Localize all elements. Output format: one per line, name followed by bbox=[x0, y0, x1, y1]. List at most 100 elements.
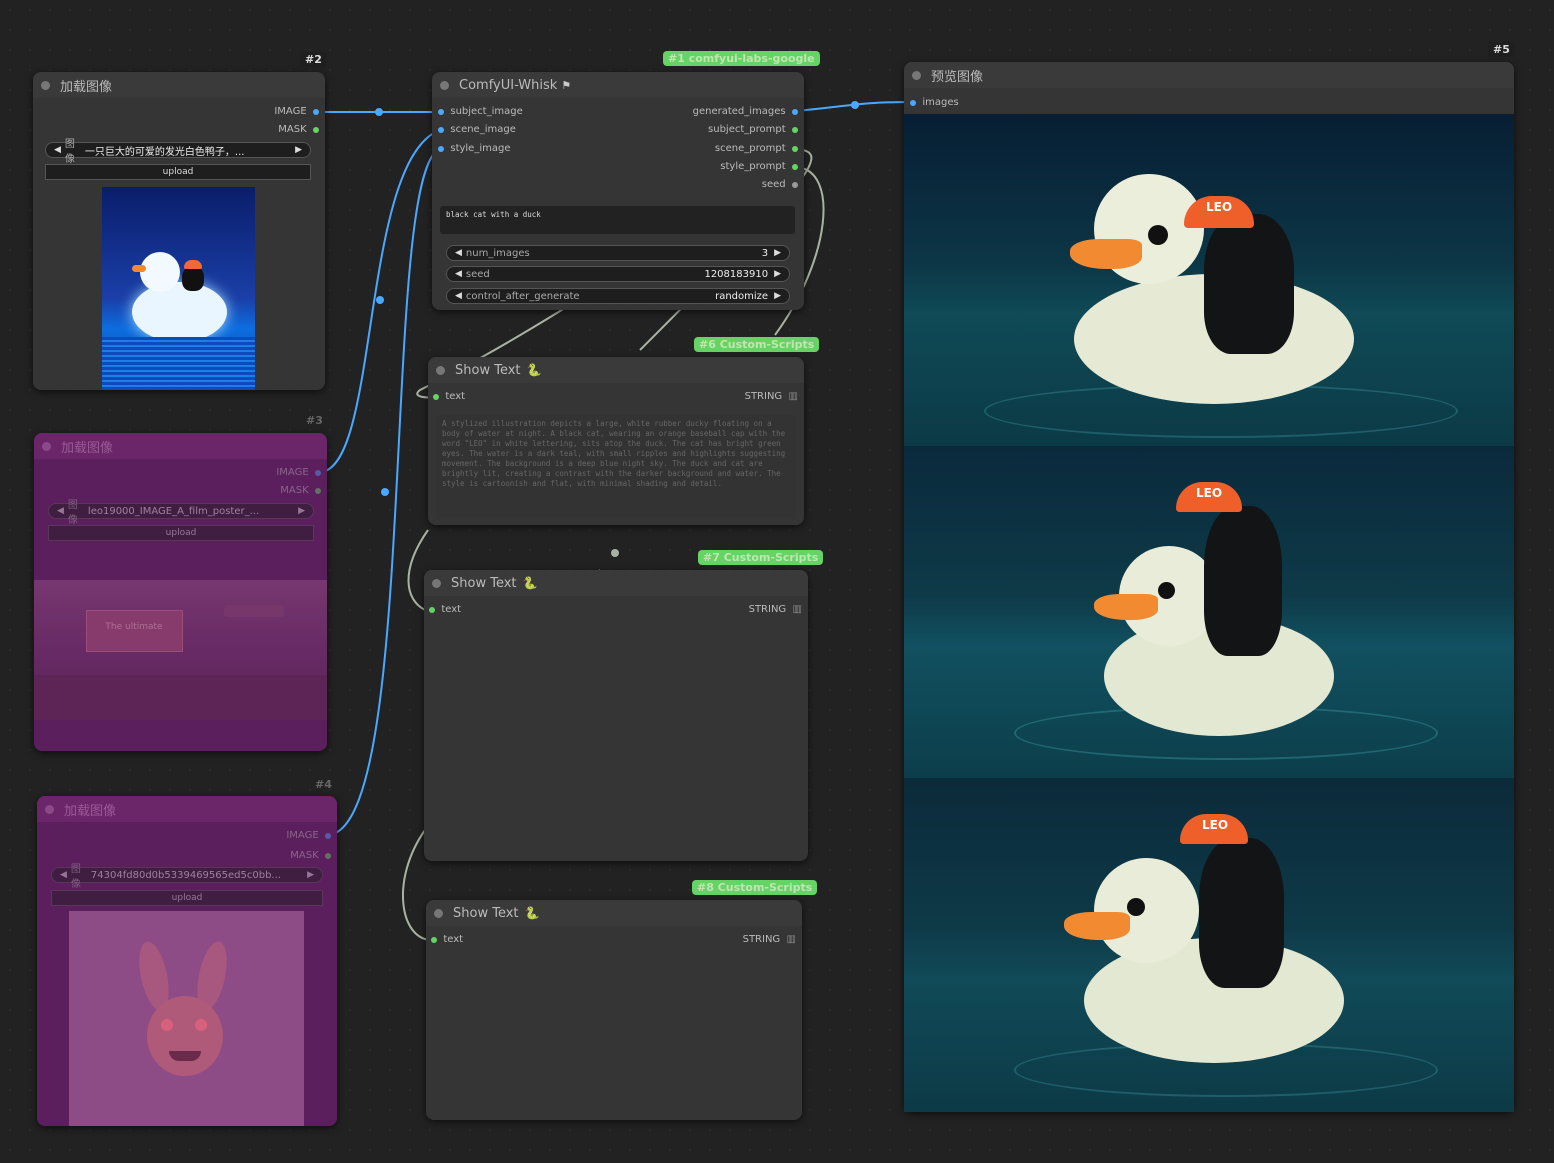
slot-dot-icon[interactable] bbox=[315, 469, 321, 476]
arrow-left-icon[interactable]: ◀ bbox=[455, 269, 462, 279]
upload-button[interactable]: upload bbox=[45, 164, 311, 180]
arrow-right-icon[interactable]: ▶ bbox=[295, 145, 302, 155]
slot-dot-icon[interactable] bbox=[792, 126, 798, 133]
slot-dot-icon[interactable] bbox=[313, 126, 319, 133]
collapse-dot-icon[interactable] bbox=[41, 80, 50, 90]
preview-image-3[interactable]: LEO bbox=[904, 778, 1514, 1112]
widget-label: seed bbox=[465, 268, 490, 280]
output-string[interactable]: STRING ▥ bbox=[743, 934, 796, 945]
seed-widget[interactable]: ◀ seed 1208183910 ▶ bbox=[446, 266, 790, 282]
collapse-dot-icon[interactable] bbox=[436, 365, 445, 375]
slot-dot-icon[interactable] bbox=[429, 606, 435, 613]
node-title[interactable]: Show Text 🐍 bbox=[426, 900, 802, 926]
slot-dot-icon[interactable] bbox=[438, 108, 444, 115]
collapse-dot-icon[interactable] bbox=[912, 70, 921, 80]
load-image-node-4[interactable]: 加载图像 IMAGE MASK ◀ 图像 74304fd80d0b5339469… bbox=[37, 796, 337, 1126]
slot-dot-icon[interactable] bbox=[792, 163, 798, 170]
collapse-dot-icon[interactable] bbox=[432, 578, 441, 588]
python-snake-icon: 🐍 bbox=[524, 906, 540, 920]
slot-dot-icon[interactable] bbox=[438, 145, 444, 152]
num-images-widget[interactable]: ◀ num_images 3 ▶ bbox=[446, 245, 790, 261]
control-after-generate-widget[interactable]: ◀ control_after_generate randomize ▶ bbox=[446, 288, 790, 304]
preview-image-node[interactable]: 预览图像 images LEO LEO LEO bbox=[904, 62, 1514, 1112]
upload-button[interactable]: upload bbox=[48, 525, 314, 541]
input-text[interactable]: text bbox=[433, 391, 465, 402]
slot-dot-icon[interactable] bbox=[315, 487, 321, 494]
output-subject-prompt[interactable]: subject_prompt bbox=[708, 124, 798, 135]
output-style-prompt[interactable]: style_prompt bbox=[720, 161, 798, 172]
image-select-widget[interactable]: ◀ 图像 leo19000_IMAGE_A_film_poster_... ▶ bbox=[48, 500, 314, 526]
slot-label: style_prompt bbox=[720, 161, 786, 172]
input-text[interactable]: text bbox=[429, 604, 461, 615]
collapse-dot-icon[interactable] bbox=[42, 441, 51, 451]
slot-dot-icon[interactable] bbox=[325, 852, 331, 859]
load-image-node-3[interactable]: 加载图像 IMAGE MASK ◀ 图像 leo19000_IMAGE_A_fi… bbox=[34, 433, 327, 751]
output-generated-images[interactable]: generated_images bbox=[693, 106, 798, 117]
slot-dot-icon[interactable] bbox=[325, 832, 331, 839]
node-title[interactable]: 加载图像 bbox=[34, 433, 327, 459]
node-title[interactable]: 预览图像 bbox=[904, 62, 1514, 88]
arrow-left-icon[interactable]: ◀ bbox=[455, 248, 462, 258]
collapse-dot-icon[interactable] bbox=[440, 80, 449, 90]
slot-dot-icon[interactable] bbox=[910, 99, 916, 106]
slot-label: MASK bbox=[278, 124, 307, 135]
output-mask[interactable]: MASK bbox=[278, 124, 319, 135]
prompt-textarea[interactable]: black cat with a duck bbox=[440, 206, 795, 234]
show-text-node-7[interactable]: Show Text 🐍 text STRING ▥ bbox=[424, 570, 808, 861]
arrow-right-icon[interactable]: ▶ bbox=[298, 506, 305, 516]
input-subject-image[interactable]: subject_image bbox=[438, 106, 523, 117]
upload-button[interactable]: upload bbox=[51, 890, 323, 906]
load-image-node-2[interactable]: 加载图像 IMAGE MASK ◀ 图像 一只巨大的可爱的发光白色鸭子，... … bbox=[33, 72, 325, 390]
arrow-right-icon[interactable]: ▶ bbox=[774, 269, 781, 279]
show-text-node-8[interactable]: Show Text 🐍 text STRING ▥ bbox=[426, 900, 802, 1120]
arrow-left-icon[interactable]: ◀ bbox=[57, 506, 64, 516]
node-title[interactable]: 加载图像 bbox=[33, 72, 325, 98]
output-image[interactable]: IMAGE bbox=[286, 830, 331, 841]
input-images[interactable]: images bbox=[910, 97, 959, 108]
output-scene-prompt[interactable]: scene_prompt bbox=[715, 143, 798, 154]
output-image[interactable]: IMAGE bbox=[274, 106, 319, 117]
widget-value: 3 bbox=[761, 247, 769, 259]
output-mask[interactable]: MASK bbox=[290, 850, 331, 861]
shown-text-area[interactable]: A stylized illustration depicts a large,… bbox=[436, 415, 796, 519]
output-seed[interactable]: seed bbox=[762, 179, 798, 190]
whisk-node[interactable]: ComfyUI-Whisk ⚑ subject_image scene_image… bbox=[432, 72, 804, 310]
input-scene-image[interactable]: scene_image bbox=[438, 124, 516, 135]
image-select-widget[interactable]: ◀ 图像 74304fd80d0b5339469565ed5c0bb... ▶ bbox=[51, 864, 323, 890]
arrow-left-icon[interactable]: ◀ bbox=[60, 870, 67, 880]
output-string[interactable]: STRING ▥ bbox=[749, 604, 802, 615]
slot-dot-icon[interactable] bbox=[313, 108, 319, 115]
slot-dot-icon[interactable] bbox=[792, 108, 798, 115]
output-image[interactable]: IMAGE bbox=[276, 467, 321, 478]
collapse-dot-icon[interactable] bbox=[45, 804, 54, 814]
slot-label: MASK bbox=[280, 485, 309, 496]
node-title[interactable]: ComfyUI-Whisk ⚑ bbox=[432, 72, 804, 98]
arrow-right-icon[interactable]: ▶ bbox=[307, 870, 314, 880]
node-id-badge: #1 comfyui-labs-google bbox=[663, 51, 820, 66]
slot-label: text bbox=[441, 604, 462, 615]
input-text[interactable]: text bbox=[431, 934, 463, 945]
image-select-widget[interactable]: ◀ 图像 一只巨大的可爱的发光白色鸭子，... ▶ bbox=[45, 139, 311, 165]
output-string[interactable]: STRING ▥ bbox=[745, 391, 798, 402]
slot-dot-icon[interactable] bbox=[438, 126, 444, 133]
node-title[interactable]: Show Text 🐍 bbox=[424, 570, 808, 596]
node-title[interactable]: 加载图像 bbox=[37, 796, 337, 822]
arrow-left-icon[interactable]: ◀ bbox=[54, 145, 61, 155]
arrow-right-icon[interactable]: ▶ bbox=[774, 248, 781, 258]
slot-dot-icon[interactable] bbox=[792, 145, 798, 152]
arrow-left-icon[interactable]: ◀ bbox=[455, 291, 462, 301]
node-title[interactable]: Show Text 🐍 bbox=[428, 357, 804, 383]
widget-label: num_images bbox=[465, 247, 530, 259]
slot-dot-icon[interactable] bbox=[431, 936, 437, 943]
output-mask[interactable]: MASK bbox=[280, 485, 321, 496]
preview-image-2[interactable]: LEO bbox=[904, 446, 1514, 778]
image-thumbnail-duck bbox=[102, 187, 255, 390]
slot-label: subject_prompt bbox=[708, 124, 786, 135]
input-style-image[interactable]: style_image bbox=[438, 143, 511, 154]
collapse-dot-icon[interactable] bbox=[434, 908, 443, 918]
slot-dot-icon[interactable] bbox=[792, 181, 798, 188]
arrow-right-icon[interactable]: ▶ bbox=[774, 291, 781, 301]
preview-image-1[interactable]: LEO bbox=[904, 114, 1514, 446]
show-text-node-6[interactable]: Show Text 🐍 text STRING ▥ A stylized illu… bbox=[428, 357, 804, 525]
slot-dot-icon[interactable] bbox=[433, 393, 439, 400]
